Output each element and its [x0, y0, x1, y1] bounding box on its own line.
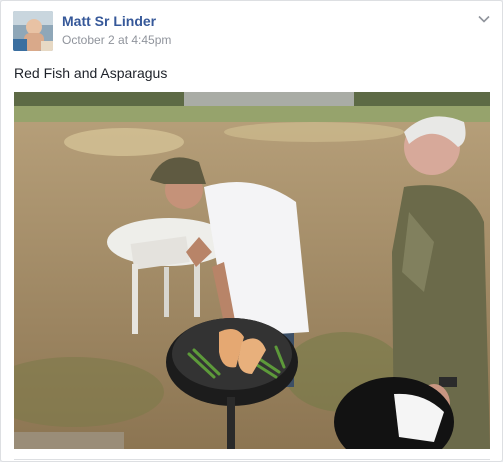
post-caption: Red Fish and Asparagus — [14, 65, 168, 81]
author-name-link[interactable]: Matt Sr Linder — [62, 13, 156, 29]
avatar-image — [13, 11, 53, 51]
chevron-down-icon — [478, 15, 490, 23]
grill-photo-image — [14, 92, 490, 449]
post-options-button[interactable] — [476, 11, 492, 27]
divider — [14, 459, 490, 460]
post-photo[interactable] — [14, 92, 490, 449]
post-timestamp-link[interactable]: October 2 at 4:45pm — [62, 33, 171, 47]
author-avatar[interactable] — [13, 11, 53, 51]
post-header: Matt Sr Linder October 2 at 4:45pm — [13, 11, 492, 53]
feed-post: Matt Sr Linder October 2 at 4:45pm Red F… — [0, 0, 503, 462]
